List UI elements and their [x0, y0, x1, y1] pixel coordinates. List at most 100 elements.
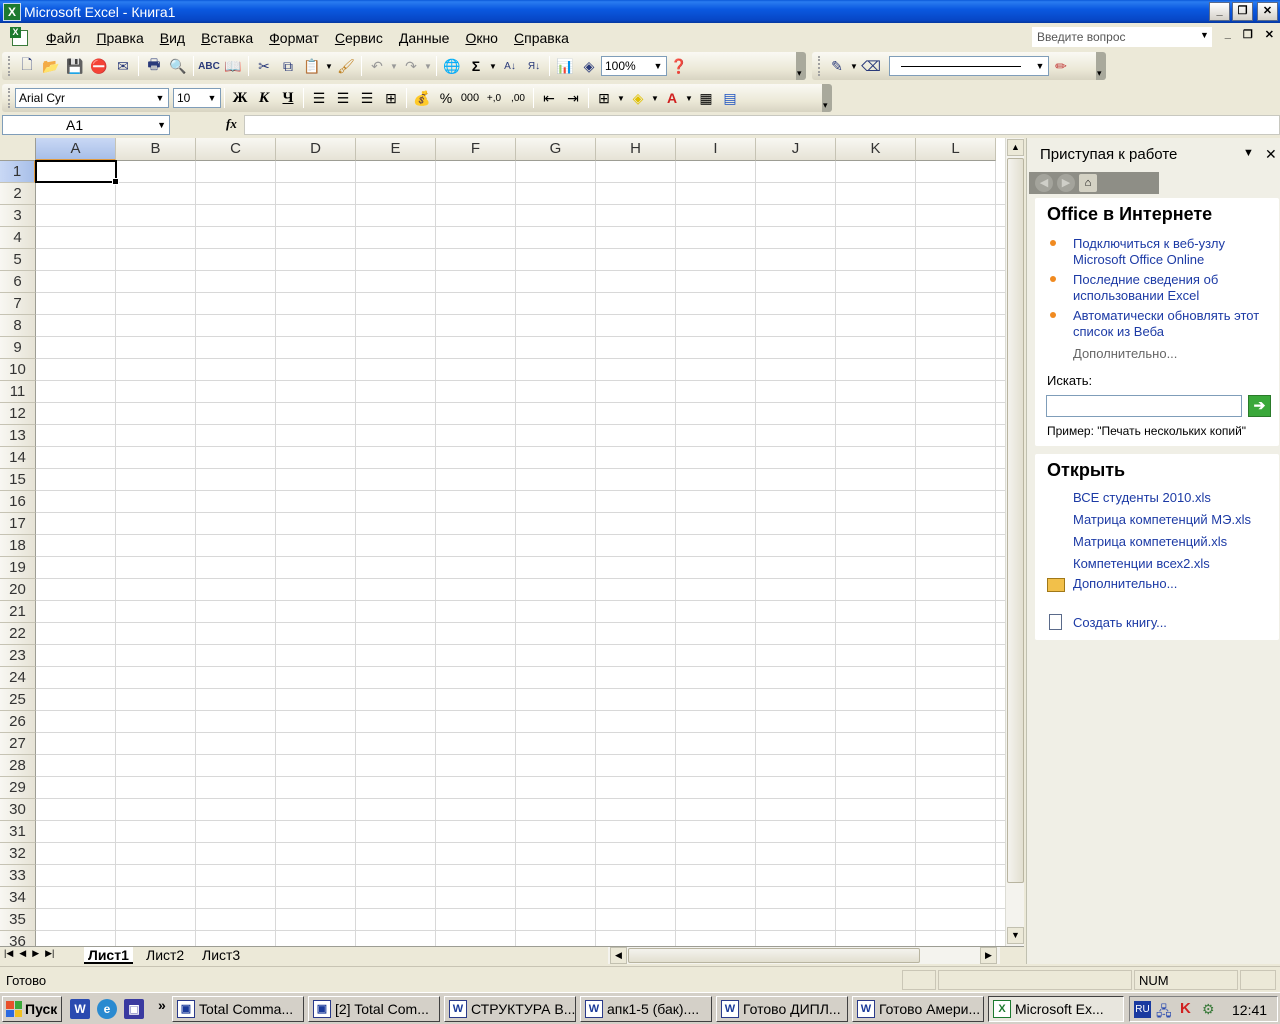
- row-header-33[interactable]: 33: [0, 865, 36, 887]
- row-header-30[interactable]: 30: [0, 799, 36, 821]
- task-total-commander-2[interactable]: ▣ [2] Total Com...: [308, 996, 440, 1022]
- research-icon[interactable]: 📖: [221, 55, 245, 77]
- menu-data[interactable]: Данные: [391, 30, 458, 46]
- font-combo[interactable]: Arial Cyr ▼: [15, 88, 169, 108]
- open-more-link[interactable]: Дополнительно...: [1073, 576, 1177, 592]
- increase-indent-icon[interactable]: ⇥: [561, 87, 585, 109]
- currency-icon[interactable]: 💰: [410, 87, 434, 109]
- row-header-6[interactable]: 6: [0, 271, 36, 293]
- menu-insert[interactable]: Вставка: [193, 30, 261, 46]
- row-header-31[interactable]: 31: [0, 821, 36, 843]
- forward-icon[interactable]: ▶: [1057, 174, 1075, 192]
- permission-icon[interactable]: ⛔: [87, 55, 111, 77]
- doc-minimize-button[interactable]: _: [1225, 28, 1231, 41]
- row-header-22[interactable]: 22: [0, 623, 36, 645]
- align-center-icon[interactable]: ☰: [331, 87, 355, 109]
- chevron-down-icon[interactable]: ▼: [849, 62, 859, 71]
- menu-file[interactable]: Файл: [38, 30, 88, 46]
- open-folder-icon[interactable]: 📂: [39, 55, 63, 77]
- toolbar-options-button[interactable]: [822, 84, 832, 112]
- help-icon[interactable]: ❓: [667, 55, 691, 77]
- close-button[interactable]: ✕: [1257, 2, 1278, 21]
- line-style-combo[interactable]: ▼: [889, 56, 1049, 76]
- percent-button[interactable]: %: [434, 87, 458, 109]
- sort-descending-icon[interactable]: Я↓: [522, 55, 546, 77]
- chevron-down-icon[interactable]: ▼: [423, 62, 433, 71]
- row-header-19[interactable]: 19: [0, 557, 36, 579]
- ie-quicklaunch-icon[interactable]: e: [97, 999, 117, 1019]
- column-header-f[interactable]: F: [436, 138, 516, 161]
- chevron-down-icon[interactable]: ▼: [651, 58, 665, 74]
- column-header-d[interactable]: D: [276, 138, 356, 161]
- recent-file-1[interactable]: ВСЕ студенты 2010.xls: [1073, 490, 1211, 506]
- chevron-down-icon[interactable]: ▼: [650, 94, 660, 103]
- align-right-icon[interactable]: ☰: [355, 87, 379, 109]
- row-header-8[interactable]: 8: [0, 315, 36, 337]
- column-header-e[interactable]: E: [356, 138, 436, 161]
- spelling-icon[interactable]: ABC: [197, 55, 221, 77]
- row-header-3[interactable]: 3: [0, 205, 36, 227]
- chevron-down-icon[interactable]: ▼: [157, 116, 166, 134]
- column-header-c[interactable]: C: [196, 138, 276, 161]
- name-box[interactable]: A1 ▼: [2, 115, 170, 135]
- menu-format[interactable]: Формат: [261, 30, 327, 46]
- zoom-combo[interactable]: 100% ▼: [601, 56, 667, 76]
- cut-icon[interactable]: ✂: [252, 55, 276, 77]
- task-pane-title[interactable]: Приступая к работе: [1040, 146, 1177, 163]
- row-header-16[interactable]: 16: [0, 491, 36, 513]
- underline-button[interactable]: Ч: [276, 87, 300, 109]
- row-header-20[interactable]: 20: [0, 579, 36, 601]
- bold-button[interactable]: Ж: [228, 87, 252, 109]
- save-icon[interactable]: 💾: [63, 55, 87, 77]
- scroll-left-button[interactable]: ◀: [610, 947, 627, 964]
- row-header-1[interactable]: 1: [0, 161, 36, 183]
- row-header-25[interactable]: 25: [0, 689, 36, 711]
- row-header-21[interactable]: 21: [0, 601, 36, 623]
- decrease-indent-icon[interactable]: ⇤: [537, 87, 561, 109]
- chevron-down-icon[interactable]: ▼: [616, 94, 626, 103]
- recent-file-3[interactable]: Матрица компетенций.xls: [1073, 534, 1227, 550]
- active-cell[interactable]: [35, 160, 119, 185]
- menu-help[interactable]: Справка: [506, 30, 577, 46]
- chevron-down-icon[interactable]: ▼: [1033, 58, 1047, 74]
- chevron-down-icon[interactable]: ▼: [205, 90, 219, 106]
- task-word-diploma[interactable]: W Готово ДИПЛ...: [716, 996, 848, 1022]
- row-header-5[interactable]: 5: [0, 249, 36, 271]
- row-header-17[interactable]: 17: [0, 513, 36, 535]
- autosum-icon[interactable]: Σ: [464, 55, 488, 77]
- row-header-18[interactable]: 18: [0, 535, 36, 557]
- task-word-apk[interactable]: Wапк1-5 (бак)....: [580, 996, 712, 1022]
- column-header-j[interactable]: J: [756, 138, 836, 161]
- restore-button[interactable]: ❐: [1232, 2, 1253, 21]
- fill-color-icon[interactable]: ◈: [626, 87, 650, 109]
- unknown-toolbar-icon[interactable]: ▤: [718, 87, 742, 109]
- column-header-i[interactable]: I: [676, 138, 756, 161]
- row-header-32[interactable]: 32: [0, 843, 36, 865]
- row-header-35[interactable]: 35: [0, 909, 36, 931]
- insert-function-button[interactable]: fx: [226, 116, 237, 132]
- font-color-icon[interactable]: A: [660, 87, 684, 109]
- row-header-4[interactable]: 4: [0, 227, 36, 249]
- menu-window[interactable]: Окно: [457, 30, 506, 46]
- column-header-g[interactable]: G: [516, 138, 596, 161]
- link-auto-update[interactable]: Автоматически обновлять этот список из Ве…: [1073, 308, 1259, 340]
- row-header-29[interactable]: 29: [0, 777, 36, 799]
- chevron-down-icon[interactable]: ▼: [1200, 30, 1209, 40]
- tray-app-icon[interactable]: ⚙: [1202, 1001, 1215, 1018]
- unknown-toolbar-icon[interactable]: ▦: [694, 87, 718, 109]
- antivirus-icon[interactable]: K: [1180, 1000, 1191, 1017]
- doc-restore-button[interactable]: ❐: [1243, 28, 1253, 41]
- row-header-12[interactable]: 12: [0, 403, 36, 425]
- workbook-icon[interactable]: X: [10, 26, 32, 49]
- vertical-scroll-thumb[interactable]: [1007, 158, 1024, 883]
- row-header-2[interactable]: 2: [0, 183, 36, 205]
- row-header-14[interactable]: 14: [0, 447, 36, 469]
- row-header-24[interactable]: 24: [0, 667, 36, 689]
- new-file-icon[interactable]: 🗋: [15, 55, 39, 77]
- drawing-icon[interactable]: ◈: [577, 55, 601, 77]
- align-left-icon[interactable]: ☰: [307, 87, 331, 109]
- increase-decimal-button[interactable]: +,0: [482, 87, 506, 109]
- column-header-b[interactable]: B: [116, 138, 196, 161]
- row-header-27[interactable]: 27: [0, 733, 36, 755]
- scroll-up-button[interactable]: ▲: [1007, 139, 1024, 156]
